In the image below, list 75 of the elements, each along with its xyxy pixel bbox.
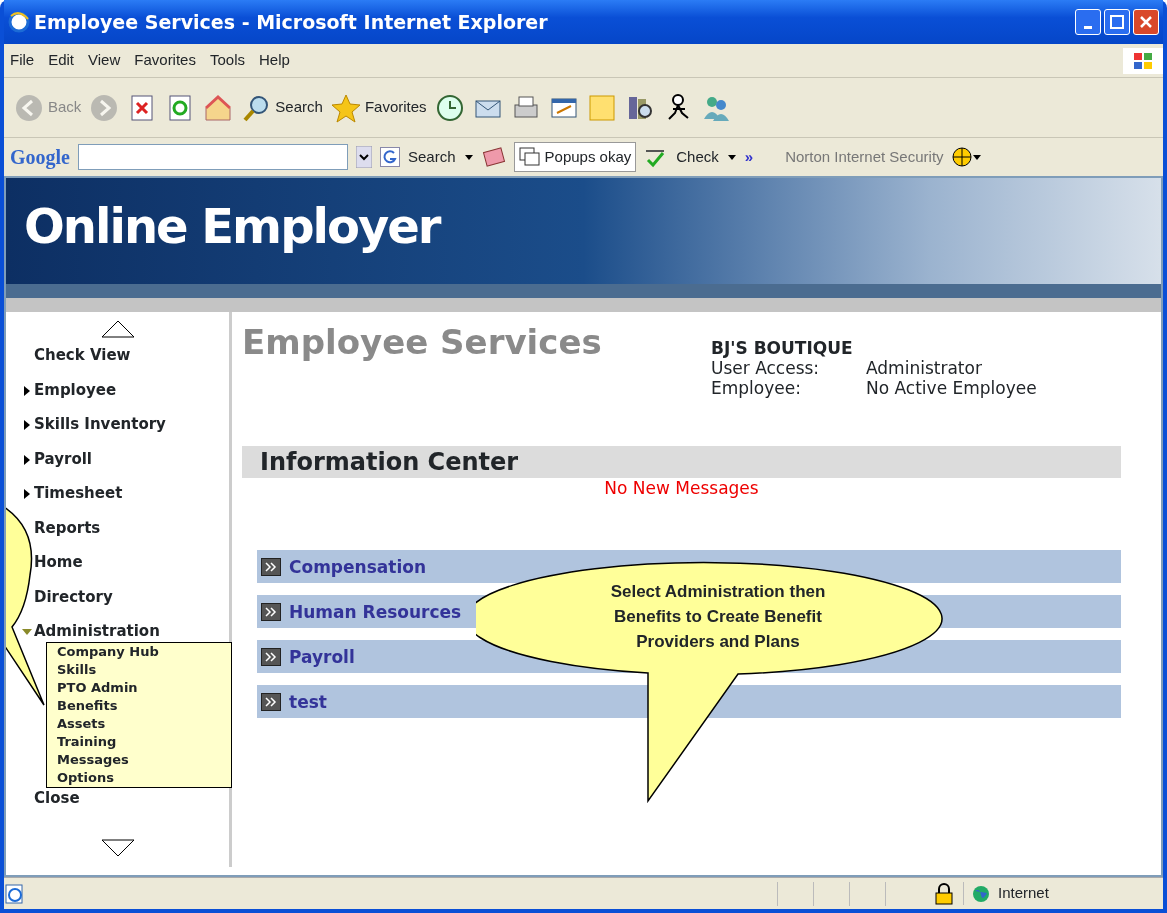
globe-icon[interactable] <box>951 146 982 168</box>
submenu-item[interactable]: Skills <box>57 661 221 679</box>
clock-icon[interactable] <box>434 92 465 123</box>
page-icon <box>4 882 26 905</box>
window-title: Employee Services - Microsoft Internet Explorer <box>34 11 549 33</box>
banner-title: Online Employer <box>24 198 440 254</box>
spell-check-button[interactable]: Check <box>644 145 719 169</box>
section-link[interactable]: test <box>289 691 327 712</box>
scroll-down-icon[interactable] <box>100 839 135 857</box>
sidebar-item[interactable]: Close <box>34 788 80 807</box>
submenu-item[interactable]: PTO Admin <box>57 679 221 697</box>
field-label: Employee: <box>711 378 802 398</box>
sidebar-item[interactable]: Check View <box>34 346 131 365</box>
submenu-item[interactable]: Assets <box>57 715 221 733</box>
security-zone: Internet <box>998 883 1049 904</box>
field-value: Administrator <box>866 358 982 378</box>
submenu-item[interactable]: Company Hub <box>57 643 221 661</box>
sidebar-item[interactable]: Administration <box>34 622 160 641</box>
browser-icon <box>8 11 30 33</box>
submenu-item[interactable]: Benefits <box>57 697 221 715</box>
submenu-item[interactable]: Options <box>57 769 221 787</box>
status-message: No New Messages <box>603 478 760 498</box>
menu-item[interactable]: View <box>88 49 121 72</box>
expand-icon[interactable] <box>261 647 281 666</box>
close-button[interactable] <box>1133 9 1159 35</box>
sidebar-item[interactable]: Home <box>34 553 83 572</box>
favorites-button[interactable]: Favorites <box>330 92 427 123</box>
caret-icon[interactable] <box>463 152 474 162</box>
menu-item[interactable]: Edit <box>48 49 75 72</box>
minimize-button[interactable] <box>1075 9 1101 35</box>
sidebar-item[interactable]: Timesheet <box>34 484 123 503</box>
search-field[interactable] <box>78 144 348 170</box>
search-button[interactable]: Search <box>241 92 323 123</box>
menu-item[interactable]: Tools <box>209 49 245 72</box>
close-icon <box>1138 14 1154 30</box>
section-bar[interactable]: test <box>257 685 1121 718</box>
maximize-button[interactable] <box>1104 9 1130 35</box>
padlock-icon <box>933 882 955 905</box>
windows-logo-icon <box>1123 47 1163 74</box>
submenu-item[interactable]: Training <box>57 733 221 751</box>
caret-icon[interactable] <box>726 152 737 162</box>
page-title: Employee Services <box>242 322 602 364</box>
company-name: BJ'S BOUTIQUE <box>711 338 854 358</box>
minimize-icon <box>1084 25 1092 29</box>
section-link[interactable]: Human Resources <box>289 601 462 622</box>
section-header: Information Center <box>242 446 1121 478</box>
sidebar-item[interactable]: Reports <box>34 518 101 537</box>
google-search-button[interactable]: Search <box>380 145 456 169</box>
expand-icon[interactable] <box>261 557 281 576</box>
submenu-item[interactable]: Messages <box>57 751 221 769</box>
sidebar-item[interactable]: Directory <box>34 587 113 606</box>
sidebar-item[interactable]: Payroll <box>34 449 92 468</box>
expand-icon[interactable] <box>261 602 281 621</box>
g-logo-icon <box>380 147 400 167</box>
maximize-icon <box>1109 14 1125 30</box>
menu-item[interactable]: File <box>10 49 35 72</box>
field-label: User Access: <box>711 358 821 378</box>
section-link[interactable]: Payroll <box>289 646 355 667</box>
star-icon <box>330 92 361 123</box>
globe-icon <box>972 884 990 903</box>
sidebar-item[interactable]: Skills Inventory <box>34 415 166 434</box>
more-button[interactable]: » <box>744 145 754 169</box>
popups-button[interactable]: Popups okay <box>513 142 637 172</box>
menu-item[interactable]: Favorites <box>134 49 196 72</box>
google-logo[interactable]: Google <box>10 145 70 169</box>
scroll-up-icon[interactable] <box>100 320 135 338</box>
windows-icon <box>518 147 541 167</box>
house-icon[interactable] <box>203 92 234 123</box>
dropdown-icon[interactable] <box>356 146 372 168</box>
sidebar-item[interactable]: Employee <box>34 380 117 399</box>
menu-item[interactable]: Help <box>259 49 290 72</box>
expand-icon[interactable] <box>261 692 281 711</box>
field-value: No Active Employee <box>866 378 1037 398</box>
norton-label: Norton Internet Security <box>785 146 944 167</box>
section-link[interactable]: Compensation <box>289 556 426 577</box>
